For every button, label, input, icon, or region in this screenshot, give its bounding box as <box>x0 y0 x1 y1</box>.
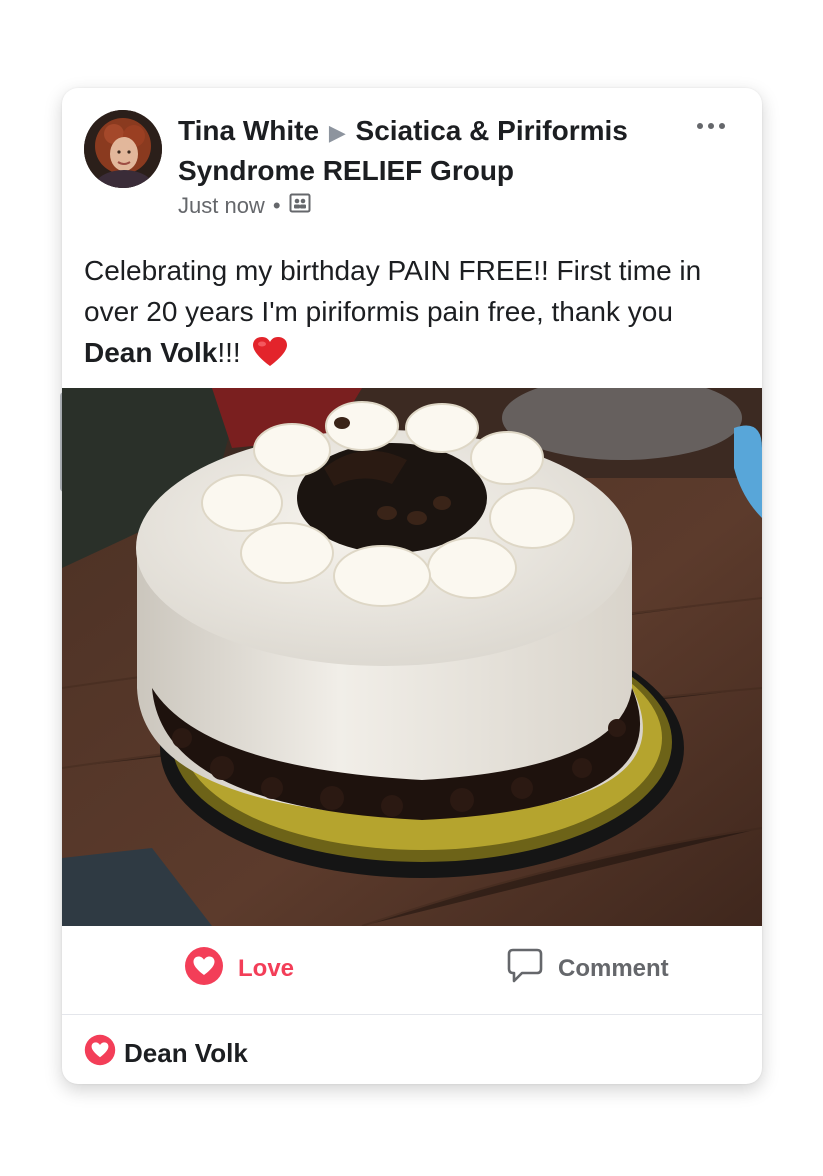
love-button-label: Love <box>238 955 295 982</box>
comment-button[interactable]: Comment <box>506 946 669 992</box>
post-text-end: !!! <box>217 337 241 368</box>
cake-photo <box>62 388 762 926</box>
love-reaction-icon <box>84 1034 116 1073</box>
reactions-summary[interactable]: Dean Volk <box>84 1034 248 1073</box>
more-options-icon[interactable] <box>690 114 732 138</box>
post-text: Celebrating my birthday PAIN FREE!! Firs… <box>84 250 744 379</box>
post-card: Tina White ▶ Sciatica & Piriformis Syndr… <box>62 88 762 1084</box>
love-reaction-icon <box>184 946 224 993</box>
post-meta: Just now • <box>178 192 311 220</box>
reactor-names: Dean Volk <box>124 1038 248 1068</box>
post-header: Tina White ▶ Sciatica & Piriformis Syndr… <box>62 88 762 238</box>
post-text-main: Celebrating my birthday PAIN FREE!! Firs… <box>84 255 702 327</box>
meta-separator: • <box>272 193 281 218</box>
arrow-right-icon: ▶ <box>328 120 346 145</box>
heart-emoji-icon <box>252 336 288 379</box>
post-title: Tina White ▶ Sciatica & Piriformis Syndr… <box>178 112 678 190</box>
love-button[interactable]: Love <box>184 946 294 992</box>
audience-group-icon <box>289 192 311 220</box>
action-bar: Love Comment <box>62 926 762 1015</box>
author-name[interactable]: Tina White <box>178 115 319 146</box>
author-avatar[interactable] <box>84 110 162 188</box>
comment-icon <box>506 947 544 992</box>
avatar-image <box>84 110 162 188</box>
comment-button-label: Comment <box>558 955 669 982</box>
post-photo[interactable] <box>62 388 762 926</box>
mention-link[interactable]: Dean Volk <box>84 337 217 368</box>
post-timestamp[interactable]: Just now <box>178 193 265 219</box>
